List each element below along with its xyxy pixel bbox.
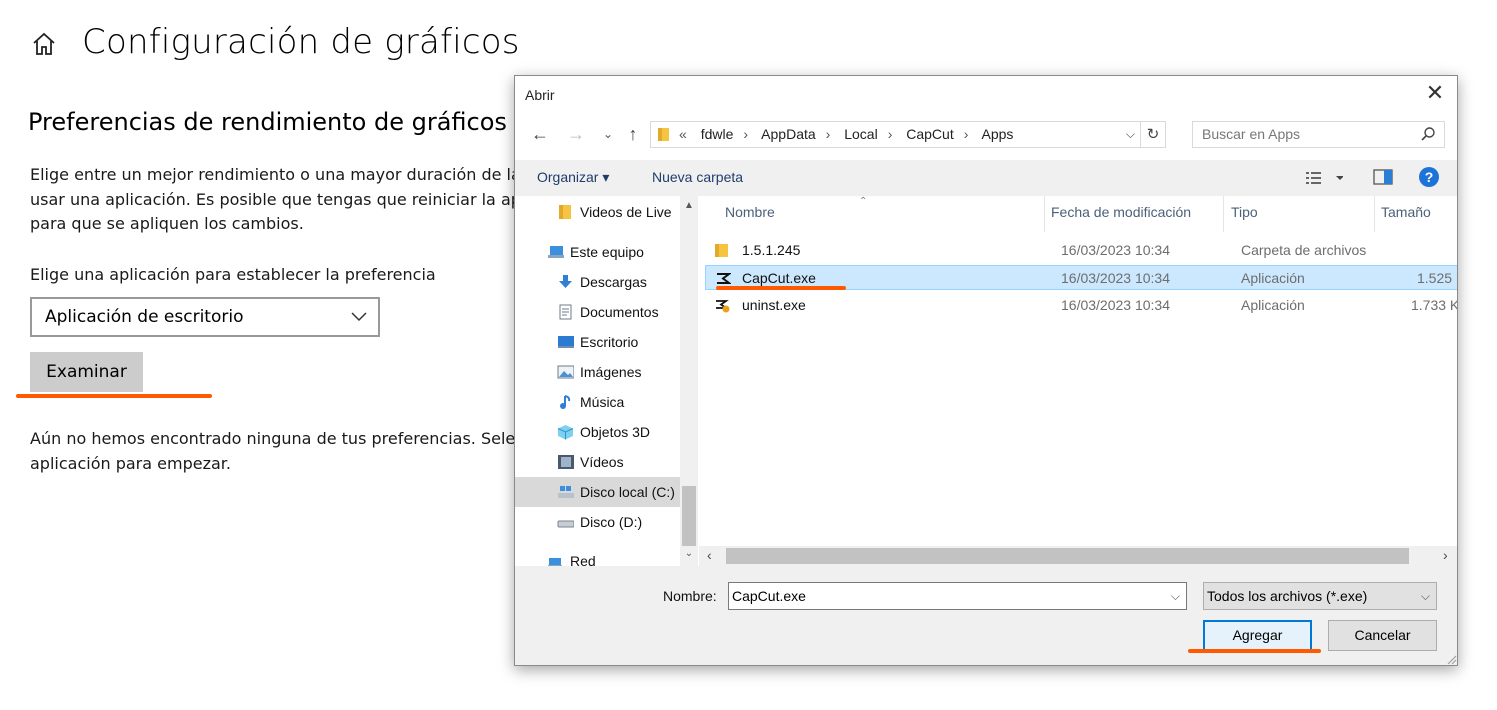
nav-item-imagenes[interactable]: Imágenes bbox=[515, 357, 680, 387]
filename-value: CapCut.exe bbox=[732, 588, 806, 604]
filename-input[interactable]: CapCut.exe ⌵ bbox=[728, 582, 1187, 610]
refresh-icon[interactable]: ↻ bbox=[1140, 122, 1165, 147]
annotation-underline bbox=[716, 286, 846, 290]
nav-item-descargas[interactable]: Descargas bbox=[515, 267, 680, 297]
address-bar[interactable]: « fdwle › AppData › Local › CapCut › Apps ⌵ … bbox=[650, 121, 1166, 148]
cube-icon bbox=[557, 425, 574, 440]
scroll-down-icon[interactable]: ⌄ bbox=[683, 548, 695, 559]
nav-item-musica[interactable]: Música bbox=[515, 387, 680, 417]
file-row[interactable]: 1.5.1.245 16/03/2023 10:34 Carpeta de ar… bbox=[705, 238, 1457, 263]
column-header-size[interactable]: Tamaño bbox=[1381, 204, 1431, 220]
nav-scroll-thumb[interactable] bbox=[682, 486, 696, 546]
chevron-down-icon bbox=[351, 312, 367, 322]
nav-item-documentos[interactable]: Documentos bbox=[515, 297, 680, 327]
breadcrumb-item[interactable]: fdwle bbox=[701, 126, 734, 142]
uninstaller-icon bbox=[716, 300, 730, 313]
breadcrumb-item[interactable]: Apps bbox=[982, 126, 1014, 142]
address-dropdown-icon[interactable]: ⌵ bbox=[1126, 122, 1135, 147]
forward-arrow-icon[interactable]: → bbox=[565, 123, 587, 145]
open-file-dialog: Abrir ✕ ← → ⌄ ↑ « fdwle › AppData › Local ›… bbox=[514, 75, 1458, 666]
breadcrumb-item[interactable]: AppData bbox=[761, 126, 815, 142]
desktop-icon bbox=[558, 336, 574, 348]
back-arrow-icon[interactable]: ← bbox=[529, 123, 551, 145]
drive-icon bbox=[558, 486, 574, 498]
description-text: Elige entre un mejor rendimiento o una m… bbox=[30, 165, 515, 233]
folder-icon bbox=[715, 244, 728, 257]
close-icon[interactable]: ✕ bbox=[1423, 82, 1447, 106]
up-arrow-icon[interactable]: ↑ bbox=[622, 123, 644, 145]
drive-icon bbox=[557, 520, 574, 528]
filename-label: Nombre: bbox=[663, 588, 717, 604]
column-header-date[interactable]: Fecha de modificación bbox=[1051, 204, 1191, 220]
add-button[interactable]: Agregar bbox=[1203, 620, 1312, 651]
breadcrumb: « fdwle › AppData › Local › CapCut › Apps bbox=[679, 126, 1014, 142]
page-title: Configuración de gráficos bbox=[82, 22, 520, 62]
chevron-down-icon[interactable]: ⌵ bbox=[1421, 583, 1430, 609]
video-icon bbox=[558, 455, 574, 469]
search-input[interactable]: Buscar en Apps bbox=[1192, 121, 1445, 148]
nav-item-escritorio[interactable]: Escritorio bbox=[515, 327, 680, 357]
computer-icon bbox=[548, 246, 564, 258]
nav-item-disco-local-c[interactable]: Disco local (C:) bbox=[515, 477, 680, 507]
breadcrumb-item[interactable]: CapCut bbox=[906, 126, 953, 142]
annotation-underline bbox=[16, 394, 212, 398]
chevron-down-icon[interactable]: ⌵ bbox=[1171, 583, 1180, 609]
capcut-app-icon bbox=[717, 273, 731, 284]
cancel-button[interactable]: Cancelar bbox=[1328, 620, 1437, 651]
search-icon bbox=[1421, 127, 1435, 141]
column-header-name[interactable]: Nombre bbox=[725, 204, 775, 220]
search-placeholder: Buscar en Apps bbox=[1202, 126, 1301, 142]
breadcrumb-item[interactable]: Local bbox=[844, 126, 877, 142]
recent-locations-chevron-icon[interactable]: ⌄ bbox=[597, 123, 619, 145]
nav-item-videos-de-live[interactable]: Videos de Live bbox=[515, 197, 680, 227]
folder-icon bbox=[658, 128, 669, 141]
resize-grip-icon[interactable] bbox=[1447, 655, 1457, 665]
nav-scrollbar[interactable]: ▲ ⌄ bbox=[680, 196, 698, 566]
preview-pane-icon[interactable] bbox=[1373, 168, 1393, 186]
scroll-up-icon[interactable]: ▲ bbox=[683, 200, 695, 211]
command-bar: Organizar ▾ Nueva carpeta ? bbox=[515, 160, 1457, 196]
nav-item-videos[interactable]: Vídeos bbox=[515, 447, 680, 477]
horizontal-scroll-thumb[interactable] bbox=[726, 548, 1409, 564]
nav-item-disco-d[interactable]: Disco (D:) bbox=[515, 507, 680, 537]
browse-button[interactable]: Examinar bbox=[30, 352, 143, 392]
section-title: Preferencias de rendimiento de gráficos bbox=[28, 108, 507, 136]
file-list: ⌃ Nombre Fecha de modificación Tipo Tama… bbox=[699, 196, 1457, 566]
filetype-value: Todos los archivos (*.exe) bbox=[1207, 588, 1368, 604]
home-icon[interactable] bbox=[31, 30, 57, 58]
organize-button[interactable]: Organizar ▾ bbox=[537, 169, 609, 186]
app-type-label: Elige una aplicación para establecer la … bbox=[30, 265, 436, 284]
sort-ascending-icon: ⌃ bbox=[859, 196, 868, 207]
document-icon bbox=[559, 304, 572, 320]
folder-icon bbox=[559, 205, 571, 219]
dialog-title: Abrir bbox=[525, 87, 555, 103]
filetype-select[interactable]: Todos los archivos (*.exe) ⌵ bbox=[1203, 582, 1437, 610]
navigation-pane: Videos de Live Este equipo Descargas Doc… bbox=[515, 196, 698, 569]
nav-item-este-equipo[interactable]: Este equipo bbox=[515, 237, 680, 267]
app-type-value: Aplicación de escritorio bbox=[45, 307, 244, 327]
app-type-select[interactable]: Aplicación de escritorio bbox=[30, 297, 380, 337]
new-folder-button[interactable]: Nueva carpeta bbox=[652, 169, 743, 185]
horizontal-scrollbar[interactable]: ‹ › bbox=[699, 546, 1457, 566]
download-icon bbox=[559, 275, 572, 288]
no-preferences-text: Aún no hemos encontrado ninguna de tus p… bbox=[30, 429, 515, 473]
file-row[interactable]: uninst.exe 16/03/2023 10:34 Aplicación 1… bbox=[705, 293, 1457, 318]
view-options-icon[interactable] bbox=[1305, 170, 1343, 186]
svg-text:?: ? bbox=[1425, 169, 1434, 185]
nav-item-objetos-3d[interactable]: Objetos 3D bbox=[515, 417, 680, 447]
annotation-underline bbox=[1188, 649, 1321, 653]
scroll-right-icon[interactable]: › bbox=[1443, 547, 1448, 563]
column-header-type[interactable]: Tipo bbox=[1231, 204, 1258, 220]
help-icon[interactable]: ? bbox=[1418, 166, 1440, 188]
scroll-left-icon[interactable]: ‹ bbox=[707, 547, 712, 563]
pictures-icon bbox=[557, 365, 574, 379]
music-icon bbox=[560, 395, 571, 409]
